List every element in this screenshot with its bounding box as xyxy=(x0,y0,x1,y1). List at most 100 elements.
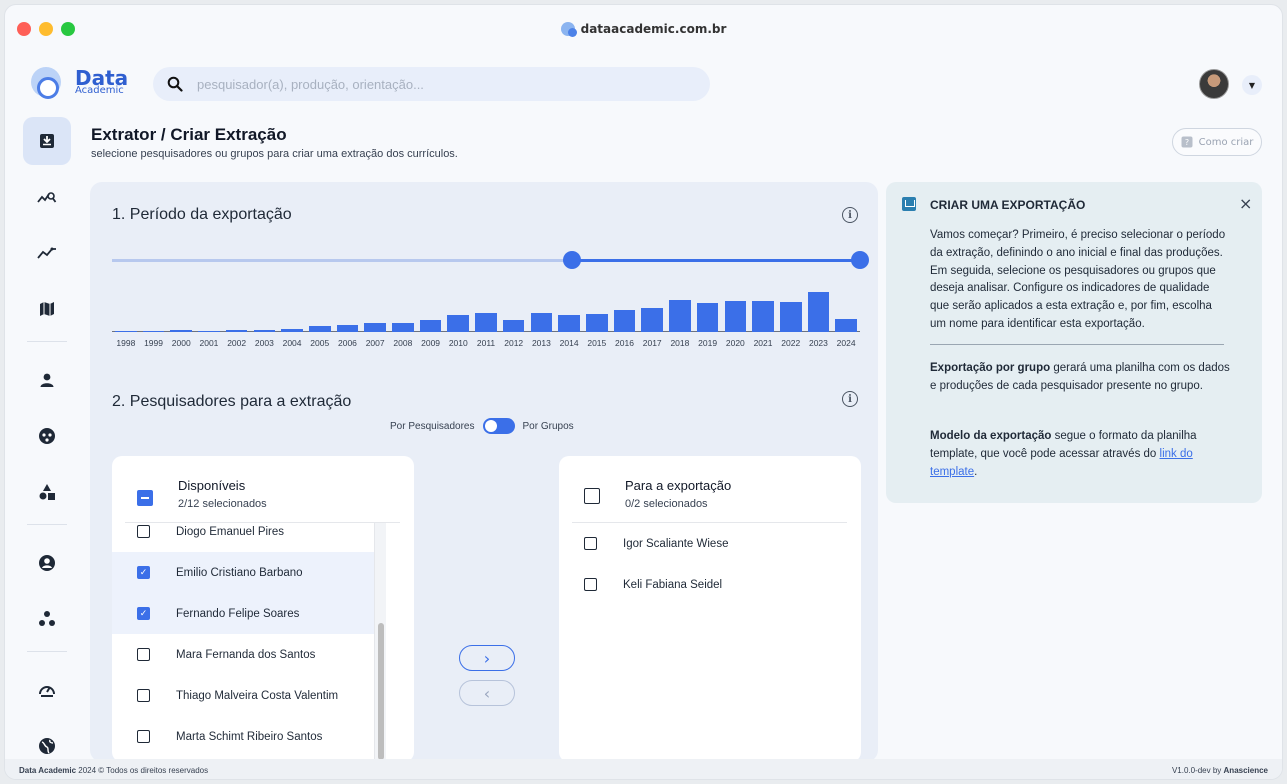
histogram-year-label: 2007 xyxy=(365,338,385,348)
extraction-card: 1. Período da exportação i 1998 1999 2000 2… xyxy=(90,182,878,762)
list-item-name: Thiago Malveira Costa Valentim xyxy=(176,689,339,702)
list-item-checkbox[interactable] xyxy=(137,730,150,743)
search-bar[interactable] xyxy=(153,67,710,101)
sidebar-item-indicators[interactable] xyxy=(23,229,71,277)
export-list-header: Para a exportação 0/2 selecionados xyxy=(559,456,861,522)
search-input[interactable] xyxy=(197,76,657,92)
histogram-year-label: 2001 xyxy=(199,338,219,348)
histogram-bar xyxy=(225,329,248,332)
histogram-year-label: 2006 xyxy=(338,338,357,348)
gauge-icon xyxy=(39,686,55,697)
sidebar-item-researchers[interactable] xyxy=(23,356,71,404)
sidebar-item-map[interactable] xyxy=(23,285,71,333)
list-item[interactable]: Thiago Malveira Costa Valentim xyxy=(112,675,374,716)
histogram-year-label: 2019 xyxy=(698,338,718,348)
slider-start-handle[interactable] xyxy=(563,251,582,269)
list-item[interactable]: Keli Fabiana Seidel xyxy=(559,564,861,605)
histogram-bar xyxy=(364,323,386,332)
histogram-bar xyxy=(281,328,303,332)
chevron-down-icon[interactable]: ▼ xyxy=(1242,75,1262,95)
list-item-checkbox[interactable] xyxy=(584,578,597,591)
histogram-bar xyxy=(502,319,525,332)
title-bar: dataacademic.com.br xyxy=(5,5,1282,53)
sidebar-item-analysis[interactable] xyxy=(23,173,71,221)
available-scrollbar[interactable] xyxy=(374,523,386,760)
sidebar-item-dashboard[interactable] xyxy=(23,666,71,714)
histogram-year-label: 2009 xyxy=(421,338,441,348)
address-bar[interactable]: dataacademic.com.br xyxy=(560,22,727,37)
list-item-checkbox[interactable] xyxy=(137,525,150,538)
histogram-bar xyxy=(807,292,830,332)
url-text: dataacademic.com.br xyxy=(580,22,727,36)
account-circle-icon xyxy=(39,555,55,571)
sidebar xyxy=(23,117,73,778)
sidebar-item-profile[interactable] xyxy=(23,539,71,587)
move-right-button[interactable]: › xyxy=(459,645,515,671)
histogram-bar xyxy=(336,325,359,332)
footer-copyright: Data Academic 2024 © Todos os direitos r… xyxy=(19,766,208,775)
list-item-name: Keli Fabiana Seidel xyxy=(623,578,723,591)
histogram-year-label: 2018 xyxy=(670,338,690,348)
histogram-year-label: 2017 xyxy=(642,338,662,348)
footer-vendor[interactable]: Anascience xyxy=(1224,766,1268,775)
move-left-button[interactable]: ‹ xyxy=(459,680,515,706)
footer-version: V1.0.0-dev by Anascience xyxy=(1172,766,1268,775)
period-slider[interactable] xyxy=(112,251,869,269)
mode-toggle[interactable] xyxy=(482,418,515,434)
close-icon[interactable]: × xyxy=(1239,194,1252,213)
maximize-window-button[interactable] xyxy=(61,22,75,36)
user-avatar[interactable] xyxy=(1199,69,1229,99)
list-item-checkbox[interactable] xyxy=(584,537,597,550)
list-item[interactable]: Mara Fernanda dos Santos xyxy=(112,634,374,675)
sidebar-item-groups[interactable] xyxy=(23,412,71,460)
select-all-available-checkbox[interactable] xyxy=(137,490,153,506)
list-item[interactable]: Marta Schimt Ribeiro Santos xyxy=(112,716,374,757)
scrollbar-thumb[interactable] xyxy=(378,623,384,760)
how-to-create-button[interactable]: ? Como criar xyxy=(1172,128,1262,156)
shapes-icon xyxy=(39,484,55,500)
list-item-checkbox[interactable]: ✓ xyxy=(137,566,150,579)
window-controls xyxy=(17,22,75,36)
download-icon xyxy=(40,134,54,148)
histogram-year-label: 2023 xyxy=(808,338,828,348)
sidebar-item-extractor[interactable] xyxy=(23,117,71,165)
help-group-export-bold: Exportação por grupo xyxy=(930,362,1051,374)
app-logo[interactable]: Data Academic xyxy=(31,67,128,99)
list-item-checkbox[interactable] xyxy=(137,689,150,702)
map-icon xyxy=(40,302,54,316)
sidebar-item-network[interactable] xyxy=(23,595,71,643)
list-item[interactable]: Igor Scaliante Wiese xyxy=(559,523,861,564)
histogram-year-label: 2020 xyxy=(725,338,745,348)
info-icon[interactable]: i xyxy=(842,207,858,223)
minimize-window-button[interactable] xyxy=(39,22,53,36)
histogram-bar xyxy=(641,307,663,332)
site-icon xyxy=(560,22,577,37)
export-list-title: Para a exportação xyxy=(625,478,732,493)
help-divider xyxy=(930,344,1224,345)
slider-range xyxy=(572,259,860,262)
list-item[interactable]: Diogo Emanuel Pires xyxy=(112,511,374,552)
list-item[interactable]: ✓ Emilio Cristiano Barbano xyxy=(112,552,374,593)
histogram-bar xyxy=(142,330,165,332)
histogram-bar xyxy=(613,309,636,332)
histogram-year-label: 2015 xyxy=(587,338,607,348)
histogram-year-label: 2021 xyxy=(753,338,773,348)
list-item-checkbox[interactable]: ✓ xyxy=(137,607,150,620)
histogram-year-label: 2016 xyxy=(615,338,634,348)
available-count: 2/12 selecionados xyxy=(178,498,267,510)
histogram-bar xyxy=(392,323,414,332)
sidebar-item-categories[interactable] xyxy=(23,468,71,516)
select-all-export-checkbox[interactable] xyxy=(584,488,600,504)
histogram-year-label: 2022 xyxy=(781,338,801,348)
histogram-bar xyxy=(198,330,220,332)
close-window-button[interactable] xyxy=(17,22,31,36)
logo-mark-icon xyxy=(31,67,61,99)
info-icon[interactable]: i xyxy=(842,391,858,407)
productions-histogram: 1998 1999 2000 2001 2002 2003 2004 2005 2006 2007… xyxy=(112,282,860,352)
histogram-year-label: 2013 xyxy=(531,338,551,348)
slider-end-handle[interactable] xyxy=(851,251,869,269)
histogram-bar xyxy=(779,302,802,332)
available-list: Disponíveis 2/12 selecionados Diogo Eman… xyxy=(112,456,414,762)
list-item[interactable]: ✓ Fernando Felipe Soares xyxy=(112,593,374,634)
list-item-checkbox[interactable] xyxy=(137,648,150,661)
